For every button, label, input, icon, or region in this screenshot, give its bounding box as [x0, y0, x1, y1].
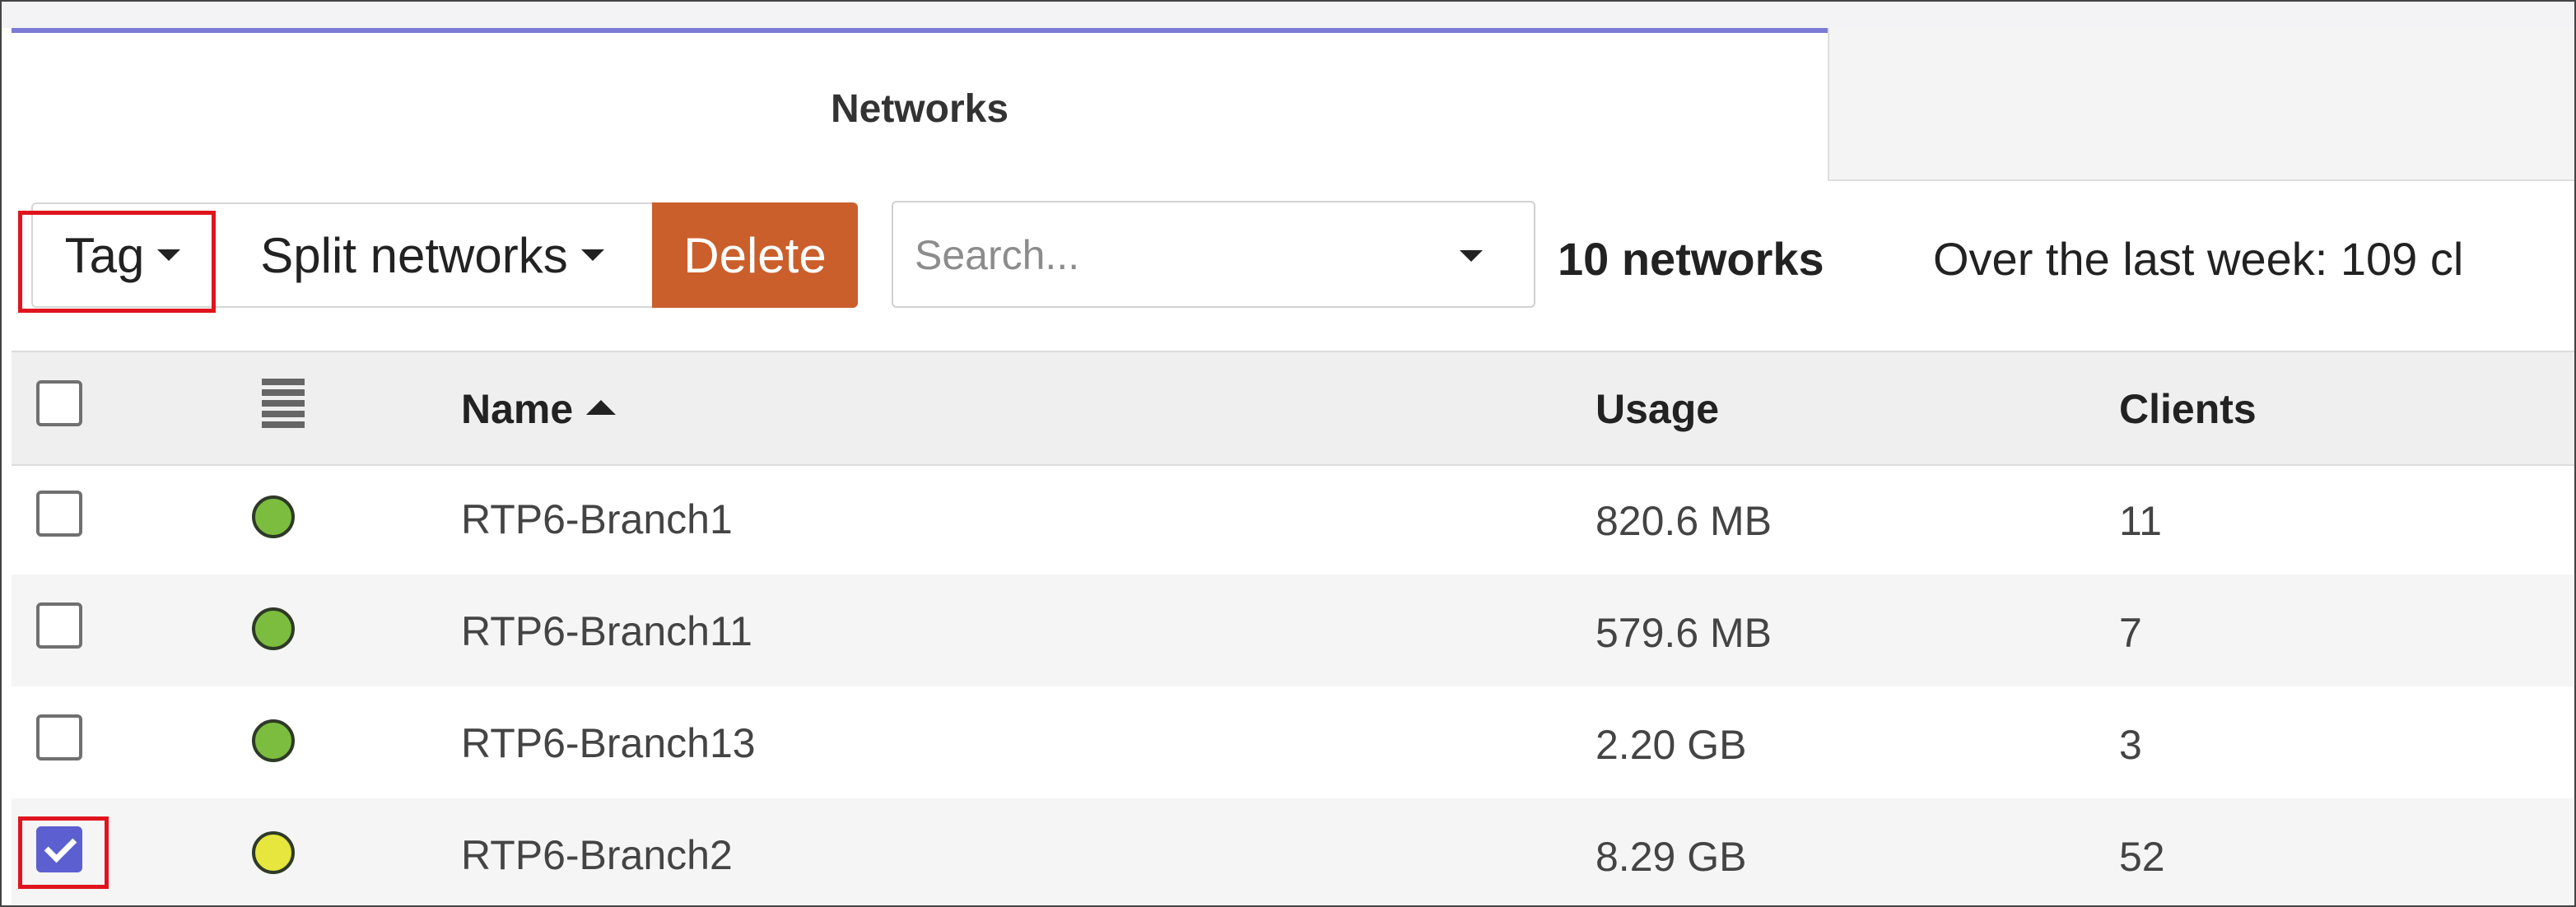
select-all-checkbox[interactable] — [36, 380, 82, 426]
split-button-label: Split networks — [260, 227, 568, 283]
network-clients: 7 — [2119, 610, 2142, 656]
app-frame: Networks Tag Split networks Delete 10 ne… — [0, 0, 2576, 907]
network-name[interactable]: RTP6-Branch1 — [461, 495, 733, 543]
network-name[interactable]: RTP6-Branch2 — [461, 831, 733, 879]
tab-networks[interactable]: Networks — [12, 28, 1828, 184]
status-dot-icon — [252, 719, 295, 762]
network-clients: 11 — [2119, 498, 2162, 544]
top-strip — [2, 2, 2574, 28]
network-name[interactable]: RTP6-Branch13 — [461, 719, 756, 767]
table-row[interactable]: RTP6-Branch13 2.20 GB 3 — [12, 686, 2574, 798]
network-usage: 2.20 GB — [1595, 722, 1747, 768]
tab-networks-label: Networks — [830, 86, 1009, 131]
status-dot-icon — [252, 607, 295, 650]
column-name-label: Name — [461, 386, 574, 432]
table-row[interactable]: RTP6-Branch2 8.29 GB 52 — [12, 798, 2574, 905]
table-header: Name Usage Clients — [12, 351, 2574, 466]
row-checkbox[interactable] — [36, 602, 82, 649]
row-checkbox[interactable] — [36, 714, 82, 760]
column-header-name[interactable]: Name — [461, 385, 617, 433]
row-checkbox[interactable] — [36, 491, 82, 537]
delete-button[interactable]: Delete — [652, 202, 858, 308]
delete-button-label: Delete — [683, 227, 827, 283]
column-header-usage[interactable]: Usage — [1595, 385, 1719, 433]
sort-ascending-icon — [586, 399, 617, 415]
network-count: 10 networks — [1558, 233, 1824, 285]
network-usage: 820.6 MB — [1595, 498, 1772, 544]
network-usage: 579.6 MB — [1595, 610, 1772, 656]
table-row[interactable]: RTP6-Branch1 820.6 MB 11 — [12, 463, 2574, 574]
network-clients: 52 — [2119, 834, 2165, 880]
chevron-down-icon[interactable] — [1460, 250, 1483, 262]
split-networks-dropdown-button[interactable]: Split networks — [212, 202, 654, 308]
table-row[interactable]: RTP6-Branch11 579.6 MB 7 — [12, 574, 2574, 686]
status-column-icon[interactable] — [262, 379, 305, 441]
search-input[interactable] — [913, 219, 1443, 291]
network-name[interactable]: RTP6-Branch11 — [461, 607, 752, 655]
highlight-box-tag — [18, 211, 216, 313]
status-dot-icon — [252, 831, 295, 874]
chevron-down-icon — [580, 249, 604, 261]
network-usage: 8.29 GB — [1595, 834, 1747, 880]
network-clients: 3 — [2119, 722, 2142, 768]
tab-secondary[interactable] — [1828, 28, 2574, 181]
column-header-clients[interactable]: Clients — [2119, 385, 2257, 433]
search-box[interactable] — [892, 201, 1535, 308]
weekly-summary: Over the last week: 109 cl — [1933, 233, 2464, 285]
status-dot-icon — [252, 495, 295, 538]
highlight-box-checkbox — [18, 816, 109, 889]
